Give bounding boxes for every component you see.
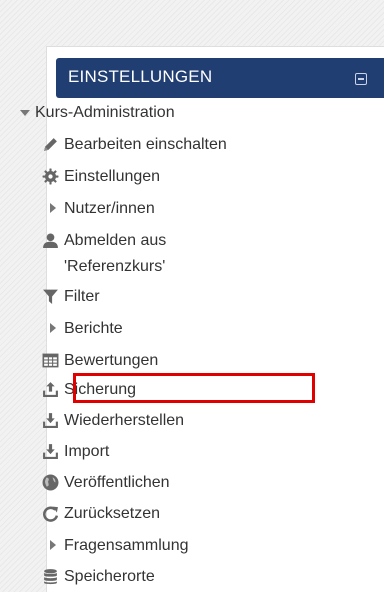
tree-item-label[interactable]: Berichte [64, 320, 123, 338]
gear-icon [42, 168, 59, 185]
tree-item-label[interactable]: Kurs-Administration [35, 104, 175, 122]
block-title: EINSTELLUNGEN [68, 67, 213, 86]
tree-item-label[interactable]: Abmelden aus [64, 232, 166, 250]
tree-item-label[interactable]: Bearbeiten einschalten [64, 136, 227, 154]
user-icon [42, 232, 59, 249]
pencil-icon [42, 136, 59, 153]
minus-square-icon[interactable] [355, 73, 367, 85]
refresh-icon [42, 505, 59, 522]
tree-item-nutzer-innen[interactable]: Nutzer/innen [0, 198, 338, 220]
tree-item-abmelden[interactable]: Abmelden aus 'Referenzkurs' [0, 230, 338, 278]
tree-item-bearbeiten-einschalten[interactable]: Bearbeiten einschalten [0, 134, 338, 156]
tree-item-label[interactable]: Veröffentlichen [64, 474, 170, 492]
tree-item-label[interactable]: Nutzer/innen [64, 200, 155, 218]
caret-right-icon[interactable] [50, 203, 56, 213]
tree-item-berichte[interactable]: Berichte [0, 318, 338, 340]
tree-item-label[interactable]: Zurücksetzen [64, 505, 160, 523]
tree-item-fragensammlung[interactable]: Fragensammlung [0, 535, 338, 557]
globe-icon [42, 474, 59, 491]
caret-down-icon[interactable] [20, 110, 30, 116]
download-tray-icon [42, 412, 59, 429]
table-icon [42, 352, 59, 369]
tree-item-wiederherstellen[interactable]: Wiederherstellen [0, 410, 338, 432]
filter-icon [42, 288, 59, 305]
tree-item-import[interactable]: Import [0, 441, 338, 463]
tree-item-label[interactable]: Einstellungen [64, 168, 160, 186]
database-icon [42, 568, 59, 585]
tree-item-label-continued[interactable]: 'Referenzkurs' [64, 258, 165, 276]
download-tray-icon [42, 443, 59, 460]
tree-item-bewertungen[interactable]: Bewertungen [0, 350, 338, 372]
tree-item-sicherung[interactable]: Sicherung [0, 379, 338, 401]
upload-tray-icon [42, 381, 59, 398]
tree-item-veroeffentlichen[interactable]: Veröffentlichen [0, 472, 338, 494]
caret-right-icon[interactable] [50, 540, 56, 550]
tree-item-speicherorte[interactable]: Speicherorte [0, 566, 338, 588]
tree-item-label[interactable]: Speicherorte [64, 568, 155, 586]
tree-item-einstellungen[interactable]: Einstellungen [0, 166, 338, 188]
tree-item-zuruecksetzen[interactable]: Zurücksetzen [0, 503, 338, 525]
tree-item-label[interactable]: Fragensammlung [64, 537, 189, 555]
tree-item-filter[interactable]: Filter [0, 286, 338, 308]
caret-right-icon[interactable] [50, 323, 56, 333]
tree-item-label[interactable]: Wiederherstellen [64, 412, 184, 430]
tree-item-label[interactable]: Bewertungen [64, 352, 158, 370]
settings-block-header: EINSTELLUNGEN [56, 58, 384, 98]
tree-item-label[interactable]: Filter [64, 288, 100, 306]
tree-item-label[interactable]: Import [64, 443, 109, 461]
tree-item-label[interactable]: Sicherung [64, 381, 136, 399]
